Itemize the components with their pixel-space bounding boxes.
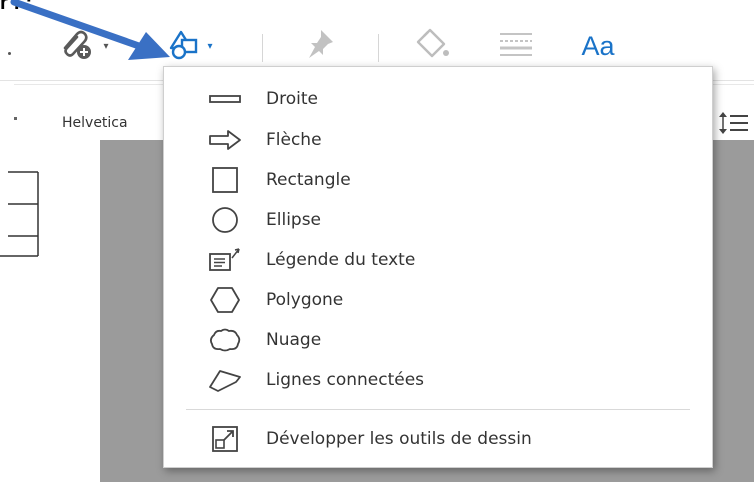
ellipse-icon [208,204,242,236]
line-spacing-button[interactable] [718,108,748,143]
drawing-tools-menu: Droite Flèche Rectangle Ellipse Légende … [163,66,713,468]
fill-bucket-icon [412,26,452,67]
text-callout-icon [208,244,242,276]
attach-button[interactable]: ▾ [52,26,114,66]
line-weight-icon [496,29,536,64]
font-selector[interactable]: Helvetica [62,115,128,131]
menu-item-label: Ellipse [266,210,322,230]
shapes-icon [165,26,205,67]
toolbar-divider [262,34,263,62]
menu-item-polygon[interactable]: Polygone [164,282,712,318]
line-weight-button[interactable] [492,26,540,66]
menu-item-label: Développer les outils de dessin [266,429,532,449]
menu-item-rectangle[interactable]: Rectangle [164,162,712,198]
text-properties-icon: Aa [581,30,615,61]
menu-item-label: Rectangle [266,170,351,190]
document-page-fragment [0,171,39,257]
toolbar-divider [378,34,379,62]
menu-item-label: Polygone [266,290,344,310]
pin-button[interactable] [296,26,342,66]
chevron-down-icon: ▾ [207,40,213,52]
menu-item-arrow[interactable]: Flèche [164,122,712,158]
arrow-icon [208,124,242,156]
text-properties-button[interactable]: Aa [570,26,626,66]
connected-lines-icon [208,364,242,396]
line-icon [208,83,242,115]
rectangle-icon [208,164,242,196]
menu-item-cloud[interactable]: Nuage [164,322,712,358]
chevron-down-icon: ▾ [103,40,109,52]
menu-item-label: Légende du texte [266,250,416,270]
propbar-dot [14,117,17,120]
menu-item-label: Lignes connectées [266,370,425,390]
menu-item-label: Nuage [266,330,322,350]
attach-add-icon [57,26,101,67]
menu-item-line[interactable]: Droite [164,81,712,117]
pin-icon [301,26,337,67]
shapes-button[interactable]: ▾ [160,26,218,66]
menu-item-ellipse[interactable]: Ellipse [164,202,712,238]
expand-drawing-tools-icon [208,423,242,455]
menu-item-expand-drawing-tools[interactable]: Développer les outils de dessin [164,421,712,457]
menu-divider [186,409,690,410]
menu-item-label: Droite [266,89,318,109]
menu-item-label: Flèche [266,130,322,150]
cloud-icon [208,324,242,356]
polygon-icon [208,284,242,316]
menu-item-connected-lines[interactable]: Lignes connectées [164,362,712,398]
fill-color-button[interactable] [408,26,456,66]
toolbar-overflow-dot [8,52,11,55]
menu-item-text-callout[interactable]: Légende du texte [164,242,712,278]
